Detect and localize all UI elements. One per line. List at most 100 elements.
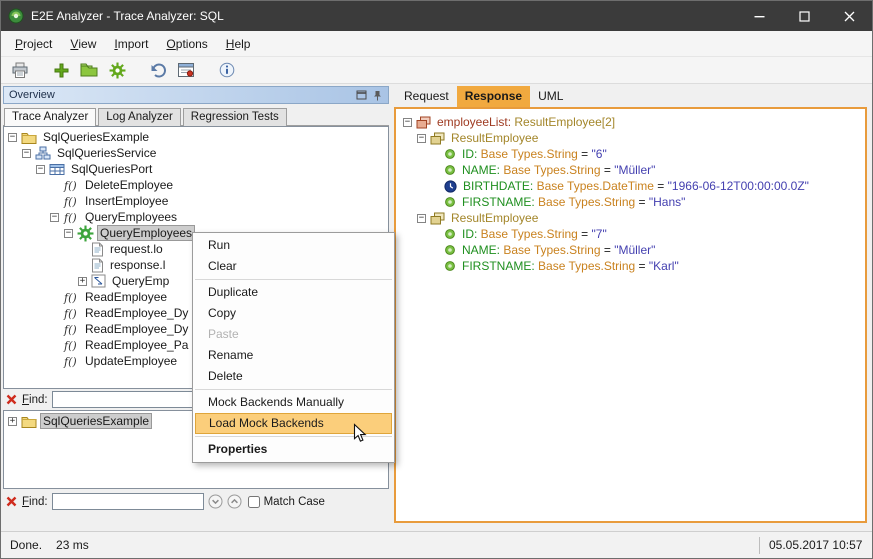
trace-node-label: QueryEmp (110, 274, 171, 288)
float-window-icon[interactable] (356, 90, 367, 100)
response-node-birthdate[interactable]: BIRTHDATE: Base Types.DateTime = "1966-0… (399, 178, 862, 194)
status-datetime: 05.05.2017 10:57 (760, 538, 872, 552)
response-node-name[interactable]: NAME: Base Types.String = "Müller" (399, 242, 862, 258)
expander-minus-icon[interactable]: − (8, 133, 17, 142)
info-button[interactable] (215, 59, 239, 82)
response-node-resultemployee[interactable]: −ResultEmployee (399, 210, 862, 226)
find-next-button[interactable] (208, 494, 223, 509)
print-button[interactable] (8, 59, 32, 82)
function-icon: f() (63, 195, 79, 208)
context-item-copy[interactable]: Copy (193, 303, 394, 324)
response-node-id[interactable]: ID: Base Types.String = "7" (399, 226, 862, 242)
close-button[interactable] (827, 1, 872, 31)
add-button[interactable] (49, 59, 73, 82)
close-icon (844, 11, 855, 22)
expander-minus-icon[interactable]: − (36, 165, 45, 174)
title-bar[interactable]: E2E Analyzer - Trace Analyzer: SQL (1, 1, 872, 31)
find-input-bottom[interactable] (52, 493, 204, 510)
menu-import[interactable]: Import (105, 31, 157, 56)
trace-node-deleteemployee[interactable]: f()DeleteEmployee (4, 177, 388, 193)
trace-node-sqlqueriesservice[interactable]: −SqlQueriesService (4, 145, 388, 161)
text-part: NAME: (462, 163, 503, 177)
tab-regression-tests[interactable]: Regression Tests (183, 108, 287, 126)
sequence-diagram-icon (91, 274, 106, 288)
context-item-delete[interactable]: Delete (193, 366, 394, 387)
trace-node-label: SqlQueriesExample (41, 130, 151, 144)
expander-minus-icon[interactable]: − (403, 118, 412, 127)
text-part: = (578, 227, 592, 241)
clear-find-button[interactable] (5, 495, 18, 508)
maximize-button[interactable] (782, 1, 827, 31)
response-node-label: BIRTHDATE: Base Types.DateTime = "1966-0… (461, 179, 811, 193)
response-node-firstname[interactable]: FIRSTNAME: Base Types.String = "Karl" (399, 258, 862, 274)
tab-trace-analyzer[interactable]: Trace Analyzer (4, 108, 96, 126)
response-node-name[interactable]: NAME: Base Types.String = "Müller" (399, 162, 862, 178)
tab-log-analyzer[interactable]: Log Analyzer (98, 108, 181, 126)
minimize-button[interactable] (737, 1, 782, 31)
menu-separator (195, 389, 392, 390)
response-node-employeelist[interactable]: −employeeList: ResultEmployee[2] (399, 114, 862, 130)
clear-find-button[interactable] (5, 393, 18, 406)
trace-view-icon (177, 62, 195, 78)
response-node-label: NAME: Base Types.String = "Müller" (460, 163, 657, 177)
menu-help[interactable]: Help (217, 31, 260, 56)
trace-node-insertemployee[interactable]: f()InsertEmployee (4, 193, 388, 209)
undo-button[interactable] (146, 59, 170, 82)
main-area: Overview Trace AnalyzerLog AnalyzerRegre… (1, 84, 872, 531)
function-icon: f() (63, 355, 79, 368)
response-node-firstname[interactable]: FIRSTNAME: Base Types.String = "Hans" (399, 194, 862, 210)
menu-options[interactable]: Options (157, 31, 216, 56)
text-part: ResultEmployee[2] (514, 115, 615, 129)
expander-plus-icon[interactable]: + (8, 417, 17, 426)
trace-node-label: response.l (108, 258, 167, 272)
context-item-properties[interactable]: Properties (193, 439, 394, 460)
context-item-rename[interactable]: Rename (193, 345, 394, 366)
trace-node-queryemployees[interactable]: −f()QueryEmployees (4, 209, 388, 225)
match-case-checkbox[interactable] (248, 496, 260, 508)
trace-node-sqlqueriesexample[interactable]: − SqlQueriesExample (4, 129, 388, 145)
response-node-resultemployee[interactable]: − ResultEmployee (399, 130, 862, 146)
function-icon: f() (63, 179, 79, 192)
expander-minus-icon[interactable]: − (50, 213, 59, 222)
folder-icon (21, 131, 37, 144)
clock-icon (444, 180, 457, 193)
expander-minus-icon[interactable]: − (417, 214, 426, 223)
text-part: ResultEmployee (451, 131, 538, 145)
function-icon: f() (63, 211, 79, 224)
response-node-id[interactable]: ID: Base Types.String = "6" (399, 146, 862, 162)
function-icon: f() (63, 339, 79, 352)
text-part: "7" (592, 227, 607, 241)
tab-uml[interactable]: UML (530, 86, 571, 107)
svg-text:f(): f() (63, 291, 77, 304)
trace-node-label: QueryEmployees (98, 226, 194, 240)
settings-button[interactable] (105, 59, 129, 82)
expander-minus-icon[interactable]: − (417, 134, 426, 143)
trace-node-sqlqueriesport[interactable]: −SqlQueriesPort (4, 161, 388, 177)
text-part: = (635, 259, 649, 273)
context-item-run[interactable]: Run (193, 235, 394, 256)
context-item-load-mock-backends[interactable]: Load Mock Backends (195, 413, 392, 434)
tab-response[interactable]: Response (457, 86, 530, 107)
app-window: E2E Analyzer - Trace Analyzer: SQL Proje… (0, 0, 873, 559)
printer-icon (11, 62, 29, 79)
find-previous-button[interactable] (227, 494, 242, 509)
text-part: "1966-06-12T00:00:00.0Z" (668, 179, 809, 193)
text-part: NAME: (462, 243, 503, 257)
overview-header: Overview (3, 86, 389, 104)
open-project-button[interactable] (77, 59, 101, 82)
trace-view-button[interactable] (174, 59, 198, 82)
text-part: "Müller" (614, 243, 655, 257)
text-part: ID: (462, 147, 481, 161)
menu-view[interactable]: View (61, 31, 105, 56)
menu-project[interactable]: Project (6, 31, 61, 56)
response-tree: −employeeList: ResultEmployee[2]−ResultE… (394, 107, 867, 523)
context-item-mock-backends-manually[interactable]: Mock Backends Manually (193, 392, 394, 413)
context-item-clear[interactable]: Clear (193, 256, 394, 277)
context-item-duplicate[interactable]: Duplicate (193, 282, 394, 303)
expander-plus-icon[interactable]: + (78, 277, 87, 286)
tab-request[interactable]: Request (396, 86, 457, 107)
info-icon (219, 62, 235, 78)
expander-minus-icon[interactable]: − (22, 149, 31, 158)
expander-minus-icon[interactable]: − (64, 229, 73, 238)
pin-icon[interactable] (372, 90, 383, 101)
